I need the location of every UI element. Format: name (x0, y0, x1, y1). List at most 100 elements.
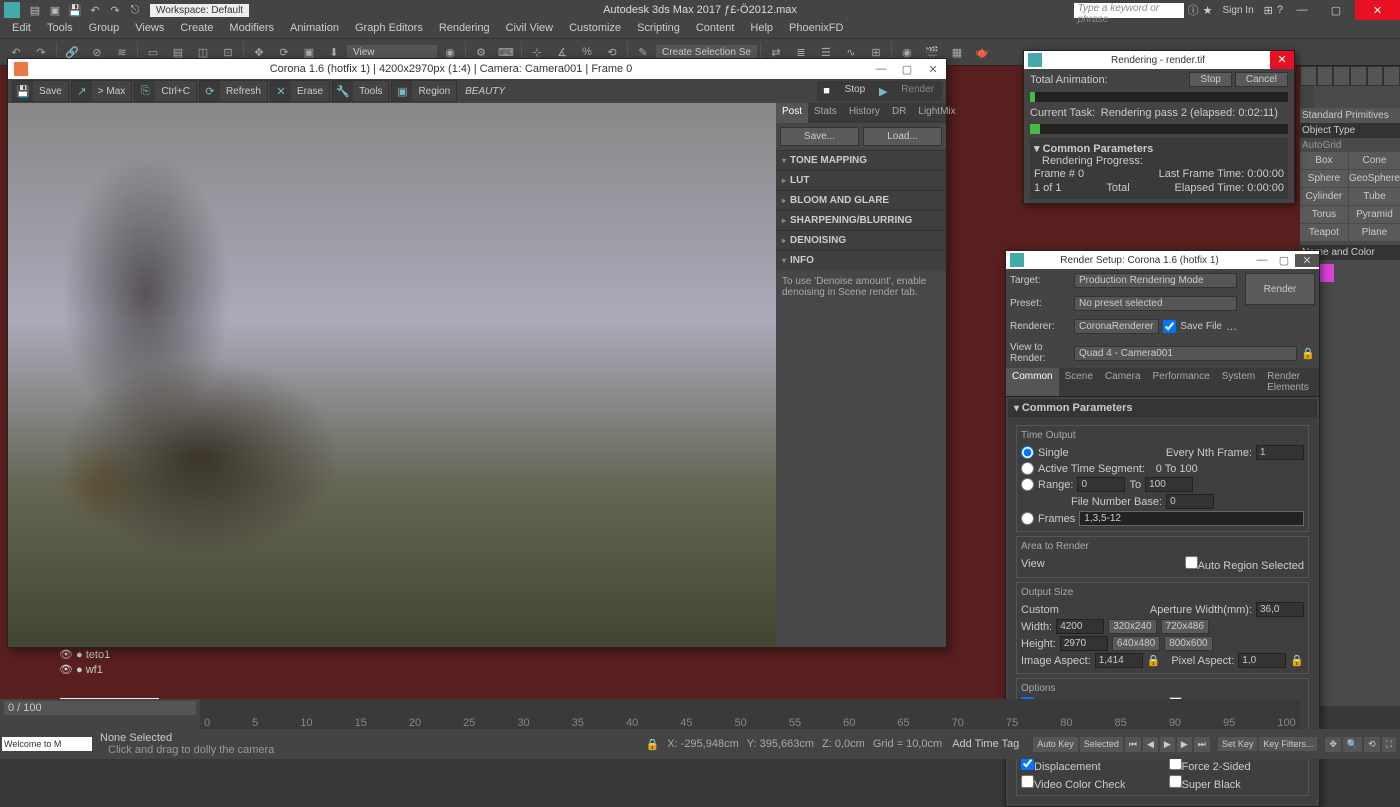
playback-start-icon[interactable]: ⏮ (1125, 737, 1141, 752)
section-sharpen[interactable]: SHARPENING/BLURRING (776, 211, 946, 230)
nav-pan-icon[interactable]: ✥ (1325, 737, 1341, 752)
close-button[interactable]: ✕ (1295, 254, 1319, 267)
width-spinner[interactable]: 4200 (1056, 619, 1104, 634)
opt-vcc[interactable] (1021, 775, 1034, 788)
keymode-dropdown[interactable]: Selected (1080, 737, 1123, 752)
render-frame-icon[interactable]: ▦ (945, 40, 969, 64)
preset-800[interactable]: 800x600 (1164, 636, 1212, 651)
render-button[interactable]: Render (1245, 273, 1315, 305)
refresh-button[interactable]: Refresh (220, 83, 267, 100)
tab-system[interactable]: System (1216, 368, 1261, 396)
coord-x[interactable]: X: -295,948cm (667, 738, 739, 751)
section-lut[interactable]: LUT (776, 171, 946, 190)
menu-help[interactable]: Help (742, 20, 781, 38)
tools-button[interactable]: Tools (353, 83, 388, 100)
star-icon[interactable]: ★ (1203, 4, 1213, 17)
cp-header[interactable]: ▾ Common Parameters (1034, 142, 1284, 155)
prim-box[interactable]: Box (1300, 152, 1348, 169)
savefile-browse[interactable]: … (1226, 321, 1237, 333)
tab-camera[interactable]: Camera (1099, 368, 1147, 396)
render-icon[interactable]: ▶ (873, 81, 893, 101)
menu-rendering[interactable]: Rendering (431, 20, 498, 38)
coord-z[interactable]: Z: 0,0cm (822, 738, 865, 751)
frames-input[interactable] (1079, 511, 1304, 526)
copy-button[interactable]: Ctrl+C (155, 83, 196, 100)
atr-dropdown[interactable]: View (1021, 558, 1091, 570)
stop-button[interactable]: Stop (1189, 72, 1232, 87)
menu-create[interactable]: Create (172, 20, 221, 38)
link-icon[interactable]: ⎋ (126, 2, 144, 18)
primitive-category[interactable]: Standard Primitives (1300, 108, 1400, 123)
save-icon[interactable]: 💾 (13, 81, 33, 101)
vfb-maximize[interactable]: ▢ (894, 63, 920, 76)
erase-icon[interactable]: ✕ (271, 81, 291, 101)
time-slider[interactable]: 0 / 100 (4, 701, 196, 715)
menu-edit[interactable]: Edit (4, 20, 39, 38)
tab-modify[interactable] (1317, 66, 1334, 86)
maxscript-listener[interactable]: Welcome to M (2, 737, 92, 751)
menu-modifiers[interactable]: Modifiers (221, 20, 282, 38)
tomax-icon[interactable]: ↗ (72, 81, 92, 101)
help-icon[interactable]: ? (1277, 4, 1283, 16)
subtab-geom[interactable] (1300, 86, 1314, 108)
tab-dr[interactable]: DR (886, 103, 912, 123)
prim-cone[interactable]: Cone (1349, 152, 1400, 169)
subtab-helpers[interactable] (1357, 86, 1371, 108)
preset-720[interactable]: 720x486 (1161, 619, 1209, 634)
vtr-dropdown[interactable]: Quad 4 - Camera001 (1074, 346, 1297, 361)
fnb-spinner[interactable]: 0 (1166, 494, 1214, 509)
search-input[interactable]: Type a keyword or phrase (1074, 3, 1184, 18)
radio-range[interactable] (1021, 478, 1034, 491)
range-to[interactable]: 100 (1145, 477, 1193, 492)
tab-common[interactable]: Common (1006, 368, 1059, 396)
autokey-button[interactable]: Auto Key (1033, 737, 1078, 752)
target-dropdown[interactable]: Production Rendering Mode (1074, 273, 1237, 288)
nav-orbit-icon[interactable]: ⟲ (1364, 737, 1380, 752)
playback-prev-icon[interactable]: ◀ (1143, 737, 1158, 752)
ia-lock-icon[interactable]: 🔒 (1147, 654, 1161, 667)
save-button[interactable]: Save (33, 83, 68, 100)
tab-scene[interactable]: Scene (1059, 368, 1099, 396)
setkey-button[interactable]: Set Key (1218, 737, 1258, 751)
lock-icon[interactable]: 🔒 (1301, 347, 1315, 360)
maximize-button[interactable]: ▢ (1321, 0, 1351, 20)
tab-history[interactable]: History (843, 103, 886, 123)
menu-grapheditors[interactable]: Graph Editors (347, 20, 431, 38)
subtab-cam[interactable] (1343, 86, 1357, 108)
menu-animation[interactable]: Animation (282, 20, 347, 38)
size-preset-dropdown[interactable]: Custom (1021, 604, 1091, 616)
tools-icon[interactable]: 🔧 (333, 81, 353, 101)
stop-icon[interactable]: ■ (817, 81, 837, 101)
tab-stats[interactable]: Stats (808, 103, 843, 123)
tab-create[interactable] (1300, 66, 1317, 86)
minimize-button[interactable]: — (1251, 254, 1273, 266)
minimize-button[interactable]: — (1287, 0, 1317, 20)
menu-tools[interactable]: Tools (39, 20, 81, 38)
playback-next-icon[interactable]: ▶ (1177, 737, 1192, 752)
menu-civilview[interactable]: Civil View (498, 20, 561, 38)
menu-content[interactable]: Content (688, 20, 743, 38)
prim-teapot[interactable]: Teapot (1300, 224, 1348, 241)
preset-640[interactable]: 640x480 (1112, 636, 1160, 651)
prim-pyramid[interactable]: Pyramid (1349, 206, 1400, 223)
tab-renderelements[interactable]: Render Elements (1261, 368, 1319, 396)
render-icon[interactable]: 🫖 (970, 40, 994, 64)
erase-button[interactable]: Erase (291, 83, 329, 100)
opt-superblack[interactable] (1169, 775, 1182, 788)
render-image[interactable] (8, 103, 776, 647)
preset-320[interactable]: 320x240 (1108, 619, 1156, 634)
height-spinner[interactable]: 2970 (1060, 636, 1108, 651)
cancel-button[interactable]: Cancel (1235, 72, 1288, 87)
coord-y[interactable]: Y: 395,663cm (747, 738, 814, 751)
prim-torus[interactable]: Torus (1300, 206, 1348, 223)
render-button[interactable]: Render (893, 81, 942, 101)
subtab-space[interactable] (1371, 86, 1385, 108)
pa-spinner[interactable]: 1,0 (1238, 653, 1286, 668)
nav-max-icon[interactable]: ⛶ (1382, 737, 1396, 752)
savefile-checkbox[interactable] (1163, 320, 1176, 333)
undo-icon[interactable]: ↶ (86, 2, 104, 18)
tab-lightmix[interactable]: LightMix (912, 103, 961, 123)
exchange-icon[interactable]: ⊞ (1264, 4, 1273, 17)
aperture-spinner[interactable]: 36,0 (1256, 602, 1304, 617)
radio-single[interactable] (1021, 446, 1034, 459)
